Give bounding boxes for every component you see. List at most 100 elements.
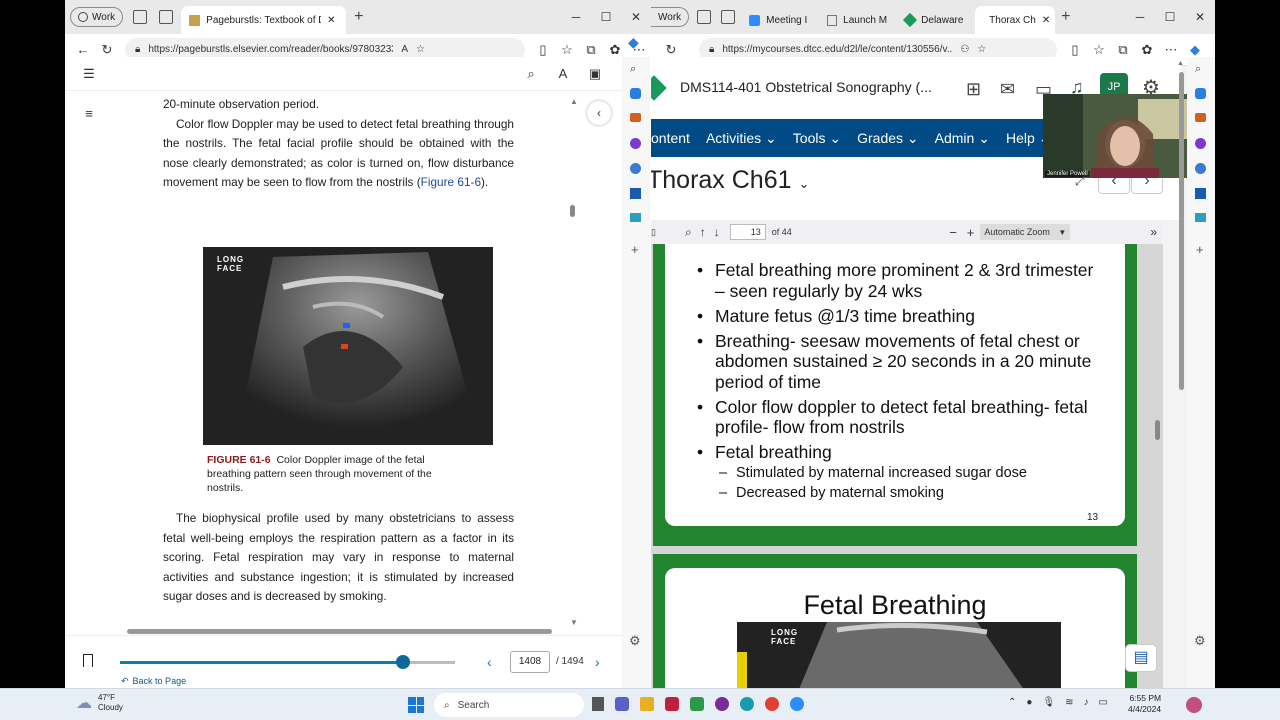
sidebar-shopping-icon[interactable]: [1195, 88, 1206, 99]
horizontal-scrollbar[interactable]: [115, 627, 563, 635]
explorer-icon[interactable]: [640, 697, 654, 711]
zoom-out-icon[interactable]: −: [949, 225, 957, 240]
text-size-icon[interactable]: A: [551, 62, 575, 86]
module-title[interactable]: Thorax Ch61 ⌄: [651, 166, 809, 195]
left-sidebar-outlook-icon[interactable]: [630, 188, 641, 199]
page-slider[interactable]: [120, 655, 455, 669]
zoom-icon[interactable]: [790, 697, 804, 711]
sidebar-search-icon[interactable]: ⌕: [1195, 63, 1215, 76]
chrome-icon[interactable]: [765, 697, 779, 711]
bookmark-icon[interactable]: [83, 654, 93, 667]
clock[interactable]: 6:55 PM 4/4/2024: [1128, 693, 1161, 715]
video-thumbnail[interactable]: Jennifer Powell: [1043, 94, 1193, 178]
notification-center-icon[interactable]: [1186, 697, 1202, 713]
left-copilot-icon[interactable]: ◆: [628, 34, 639, 51]
notes-icon[interactable]: ▣: [583, 62, 607, 86]
sidebar-settings-icon[interactable]: ⚙: [1194, 633, 1215, 649]
chat-support-icon[interactable]: ▤: [1125, 644, 1157, 672]
zoom-select[interactable]: Automatic Zoom: [980, 224, 1071, 240]
close-window-icon[interactable]: ✕: [1185, 10, 1215, 24]
page-number-input[interactable]: 1408: [510, 651, 550, 673]
people-icon[interactable]: ⚇: [960, 44, 969, 55]
start-button[interactable]: [408, 697, 424, 713]
sidebar-outlook-icon[interactable]: [1195, 188, 1206, 199]
left-sidebar-drop-icon[interactable]: [630, 213, 641, 222]
nav-activities[interactable]: Activities ⌄: [706, 130, 777, 147]
right-tab-actions-icon[interactable]: [721, 10, 736, 24]
favorite-star-icon[interactable]: ☆: [416, 44, 425, 55]
sidebar-drop-icon[interactable]: [1195, 213, 1206, 222]
new-tab-icon[interactable]: +: [354, 8, 363, 26]
pdf-search-icon[interactable]: ⌕: [685, 225, 692, 240]
nav-content[interactable]: ontent: [651, 130, 690, 146]
weather-widget[interactable]: ☁ 47°F Cloudy: [76, 693, 123, 713]
close-tab-icon[interactable]: ✕: [327, 15, 335, 26]
close-window-icon[interactable]: ✕: [621, 10, 651, 24]
zoom-in-icon[interactable]: +: [967, 225, 975, 240]
app-purple-icon[interactable]: [715, 697, 729, 711]
scroll-thumb[interactable]: [570, 205, 575, 217]
pdf-next-page-icon[interactable]: ↓: [714, 225, 720, 239]
taskbar-search[interactable]: ⌕ Search: [434, 693, 584, 717]
sidebar-games-icon[interactable]: [1195, 138, 1206, 149]
tab-meeting[interactable]: Meeting I: [741, 6, 819, 34]
sidebar-add-icon[interactable]: +: [1196, 242, 1215, 257]
left-sidebar-m365-icon[interactable]: [630, 163, 641, 174]
sidebar-toggle-icon[interactable]: ▯: [651, 227, 661, 238]
collapse-panel-button[interactable]: ‹: [587, 101, 611, 125]
microphone-icon[interactable]: 🎙︎: [1042, 697, 1055, 708]
pdf-vertical-scrollbar[interactable]: [1153, 252, 1161, 682]
pdf-page-input[interactable]: 13: [729, 224, 766, 240]
reader-search-icon[interactable]: ⌕: [519, 62, 543, 86]
page-scroll-thumb[interactable]: [1179, 72, 1184, 390]
volume-icon[interactable]: ♪: [1084, 697, 1089, 708]
mail-icon[interactable]: ✉: [1000, 79, 1015, 100]
app-red-icon[interactable]: [665, 697, 679, 711]
back-to-page-link[interactable]: ↶ Back to Page: [121, 676, 186, 687]
figure-link[interactable]: Figure 61-6: [421, 175, 481, 189]
right-workspaces-icon[interactable]: [697, 10, 712, 24]
maximize-icon[interactable]: ☐: [1155, 10, 1185, 24]
profile-button[interactable]: Work: [70, 7, 124, 27]
vertical-scrollbar[interactable]: ▲ ▼: [569, 97, 578, 627]
tab-pageburst[interactable]: Pageburstls: Textbook of Diagno ✕: [181, 6, 347, 34]
next-page-button[interactable]: ›: [595, 654, 600, 670]
page-slider-knob[interactable]: [396, 655, 411, 669]
hscroll-thumb[interactable]: [127, 629, 552, 634]
favorite-star-icon[interactable]: ☆: [977, 44, 986, 55]
left-sidebar-tools-icon[interactable]: [630, 113, 641, 122]
minimize-icon[interactable]: ─: [561, 10, 591, 24]
tab-thorax[interactable]: Thorax Ch ✕: [975, 6, 1056, 34]
tab-actions-icon[interactable]: [159, 10, 174, 24]
left-sidebar-settings-icon[interactable]: ⚙: [629, 633, 650, 649]
workspaces-icon[interactable]: [133, 10, 148, 24]
wifi-icon[interactable]: ≋: [1065, 697, 1073, 708]
pdf-more-tools-icon[interactable]: »: [1150, 225, 1157, 239]
new-tab-icon[interactable]: +: [1061, 8, 1070, 26]
course-title[interactable]: DMS114-401 Obstetrical Sonography (...: [680, 79, 932, 95]
nav-admin[interactable]: Admin ⌄: [935, 130, 990, 147]
maximize-icon[interactable]: ☐: [591, 10, 621, 24]
prev-page-button[interactable]: ‹: [487, 654, 492, 670]
nav-tools[interactable]: Tools ⌄: [793, 130, 841, 147]
nav-grades[interactable]: Grades ⌄: [857, 130, 919, 147]
edge-icon[interactable]: [740, 697, 754, 711]
tab-launch[interactable]: Launch M: [819, 6, 897, 34]
sidebar-tools-icon[interactable]: [1195, 113, 1206, 122]
battery-icon[interactable]: ▭: [1099, 697, 1108, 708]
tray-app-icon[interactable]: ●: [1026, 697, 1032, 708]
layers-icon[interactable]: ☰: [77, 62, 101, 86]
sidebar-m365-icon[interactable]: [1195, 163, 1206, 174]
toc-menu-icon[interactable]: ≡: [77, 101, 101, 125]
pdf-scroll-thumb[interactable]: [1155, 420, 1160, 440]
tab-delaware[interactable]: Delaware: [897, 6, 975, 34]
minimize-icon[interactable]: ─: [1125, 10, 1155, 24]
right-profile-button[interactable]: Work: [651, 7, 690, 27]
page-scrollbar[interactable]: ▲: [1177, 60, 1185, 680]
pdf-prev-page-icon[interactable]: ↑: [700, 225, 706, 239]
close-tab-icon[interactable]: ✕: [1042, 15, 1050, 26]
left-sidebar-add-icon[interactable]: +: [631, 242, 650, 257]
apps-grid-icon[interactable]: ⊞: [966, 79, 981, 100]
left-sidebar-games-icon[interactable]: [630, 138, 641, 149]
left-sidebar-search-icon[interactable]: ⌕: [630, 63, 650, 76]
